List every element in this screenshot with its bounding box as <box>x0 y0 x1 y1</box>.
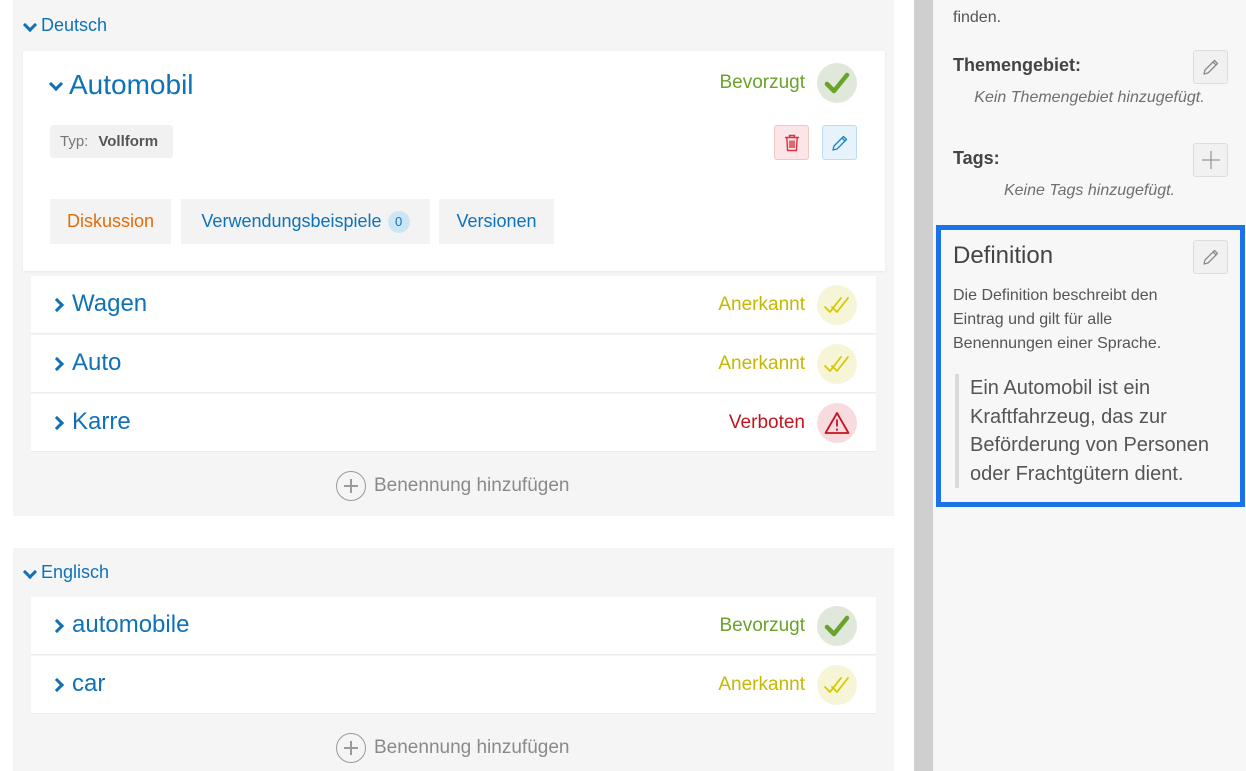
plus-icon <box>336 733 366 763</box>
term-status: Bevorzugt <box>719 63 857 103</box>
definition-section: Definition Die Definition beschreibt den… <box>936 225 1245 507</box>
entry-main-area: Deutsch Automobil Bevorzugt Typ: Vollfor… <box>0 0 914 771</box>
term-card-expanded: Automobil Bevorzugt Typ: Vollform Diskus… <box>23 51 885 271</box>
check-icon <box>817 63 857 103</box>
term-toggle: automobile <box>52 611 189 639</box>
tags-label: Tags: <box>953 148 1000 168</box>
tags-empty: Keine Tags hinzugefügt. <box>1003 182 1176 199</box>
language-toggle-german[interactable]: Deutsch <box>23 15 107 36</box>
term-name: Auto <box>72 349 122 376</box>
term-toggle: car <box>52 670 105 698</box>
term-toggle: Wagen <box>52 290 147 318</box>
chevron-down-icon <box>23 20 35 32</box>
trash-icon <box>784 134 799 151</box>
chevron-down-icon <box>49 79 61 91</box>
chevron-right-icon <box>52 415 64 429</box>
tab-versions[interactable]: Versionen <box>439 199 554 244</box>
status-label: Anerkannt <box>718 294 805 315</box>
double-check-icon <box>817 344 857 384</box>
edit-subject-area-button[interactable] <box>1193 50 1228 84</box>
type-value: Vollform <box>98 133 159 150</box>
status-label: Anerkannt <box>718 674 805 695</box>
chevron-right-icon <box>52 356 64 370</box>
term-name: Automobil <box>69 69 194 100</box>
term-status: Anerkannt <box>718 344 857 384</box>
tab-usage-examples[interactable]: Verwendungsbeispiele 0 <box>181 199 430 244</box>
term-status: Verboten <box>729 403 857 443</box>
term-status: Bevorzugt <box>719 606 857 646</box>
status-label: Bevorzugt <box>719 72 805 93</box>
chevron-right-icon <box>52 677 64 691</box>
status-label: Anerkannt <box>718 353 805 374</box>
tab-label: Diskussion <box>66 211 155 231</box>
chevron-down-icon <box>23 567 35 579</box>
add-term-button-german[interactable]: Benennung hinzufügen <box>336 471 569 501</box>
term-row-karre[interactable]: Karre Verboten <box>31 394 876 452</box>
term-toggle: Auto <box>52 349 121 377</box>
add-term-button-english[interactable]: Benennung hinzufügen <box>336 733 569 763</box>
edit-term-button[interactable] <box>822 125 857 160</box>
term-name: Wagen <box>72 290 148 317</box>
add-term-label: Benennung hinzufügen <box>374 475 570 496</box>
definition-description: Die Definition beschreibt den Eintrag un… <box>953 287 1162 352</box>
check-icon <box>817 606 857 646</box>
tab-discussion[interactable]: Diskussion <box>50 199 171 244</box>
sidebar-intro-text: finden. <box>953 9 1002 26</box>
term-type-badge: Typ: Vollform <box>50 125 173 158</box>
warning-triangle-icon <box>817 403 857 443</box>
term-status: Anerkannt <box>718 285 857 325</box>
term-status: Anerkannt <box>718 665 857 705</box>
plus-icon <box>336 471 366 501</box>
term-row-auto[interactable]: Auto Anerkannt <box>31 335 876 393</box>
term-row-automobile[interactable]: automobile Bevorzugt <box>31 597 876 655</box>
term-name: car <box>72 670 106 697</box>
double-check-icon <box>817 285 857 325</box>
status-label: Bevorzugt <box>719 615 805 636</box>
edit-definition-button[interactable] <box>1193 240 1228 274</box>
language-toggle-english[interactable]: Englisch <box>23 562 109 583</box>
definition-title: Definition <box>953 242 1054 269</box>
term-name: Karre <box>72 408 131 435</box>
status-label: Verboten <box>728 412 805 433</box>
double-check-icon <box>817 665 857 705</box>
definition-text: Ein Automobil ist ein Kraftfahrzeug, das… <box>955 374 1231 488</box>
pencil-icon <box>1202 59 1218 75</box>
subject-area-label: Themengebiet: <box>953 55 1082 75</box>
plus-icon <box>1201 151 1220 169</box>
pencil-icon <box>831 135 847 151</box>
term-row-car[interactable]: car Anerkannt <box>31 656 876 714</box>
add-tag-button[interactable] <box>1193 143 1228 177</box>
term-toggle: Karre <box>52 408 131 436</box>
chevron-right-icon <box>52 297 64 311</box>
term-row-wagen[interactable]: Wagen Anerkannt <box>31 276 876 334</box>
chevron-right-icon <box>52 618 64 632</box>
delete-term-button[interactable] <box>774 125 809 160</box>
tab-label: Verwendungsbeispiele <box>201 211 382 231</box>
tab-label: Versionen <box>456 211 537 231</box>
usage-count-badge: 0 <box>387 210 410 233</box>
term-name: automobile <box>72 611 190 638</box>
language-label: Deutsch <box>41 15 108 35</box>
term-toggle-automobil[interactable]: Automobil <box>49 69 194 101</box>
pencil-icon <box>1202 249 1218 265</box>
scrollbar[interactable] <box>914 0 933 771</box>
type-label: Typ: <box>60 133 89 150</box>
language-label: Englisch <box>41 562 110 582</box>
add-term-label: Benennung hinzufügen <box>374 737 570 758</box>
subject-area-empty: Kein Themengebiet hinzugefügt. <box>974 89 1205 106</box>
